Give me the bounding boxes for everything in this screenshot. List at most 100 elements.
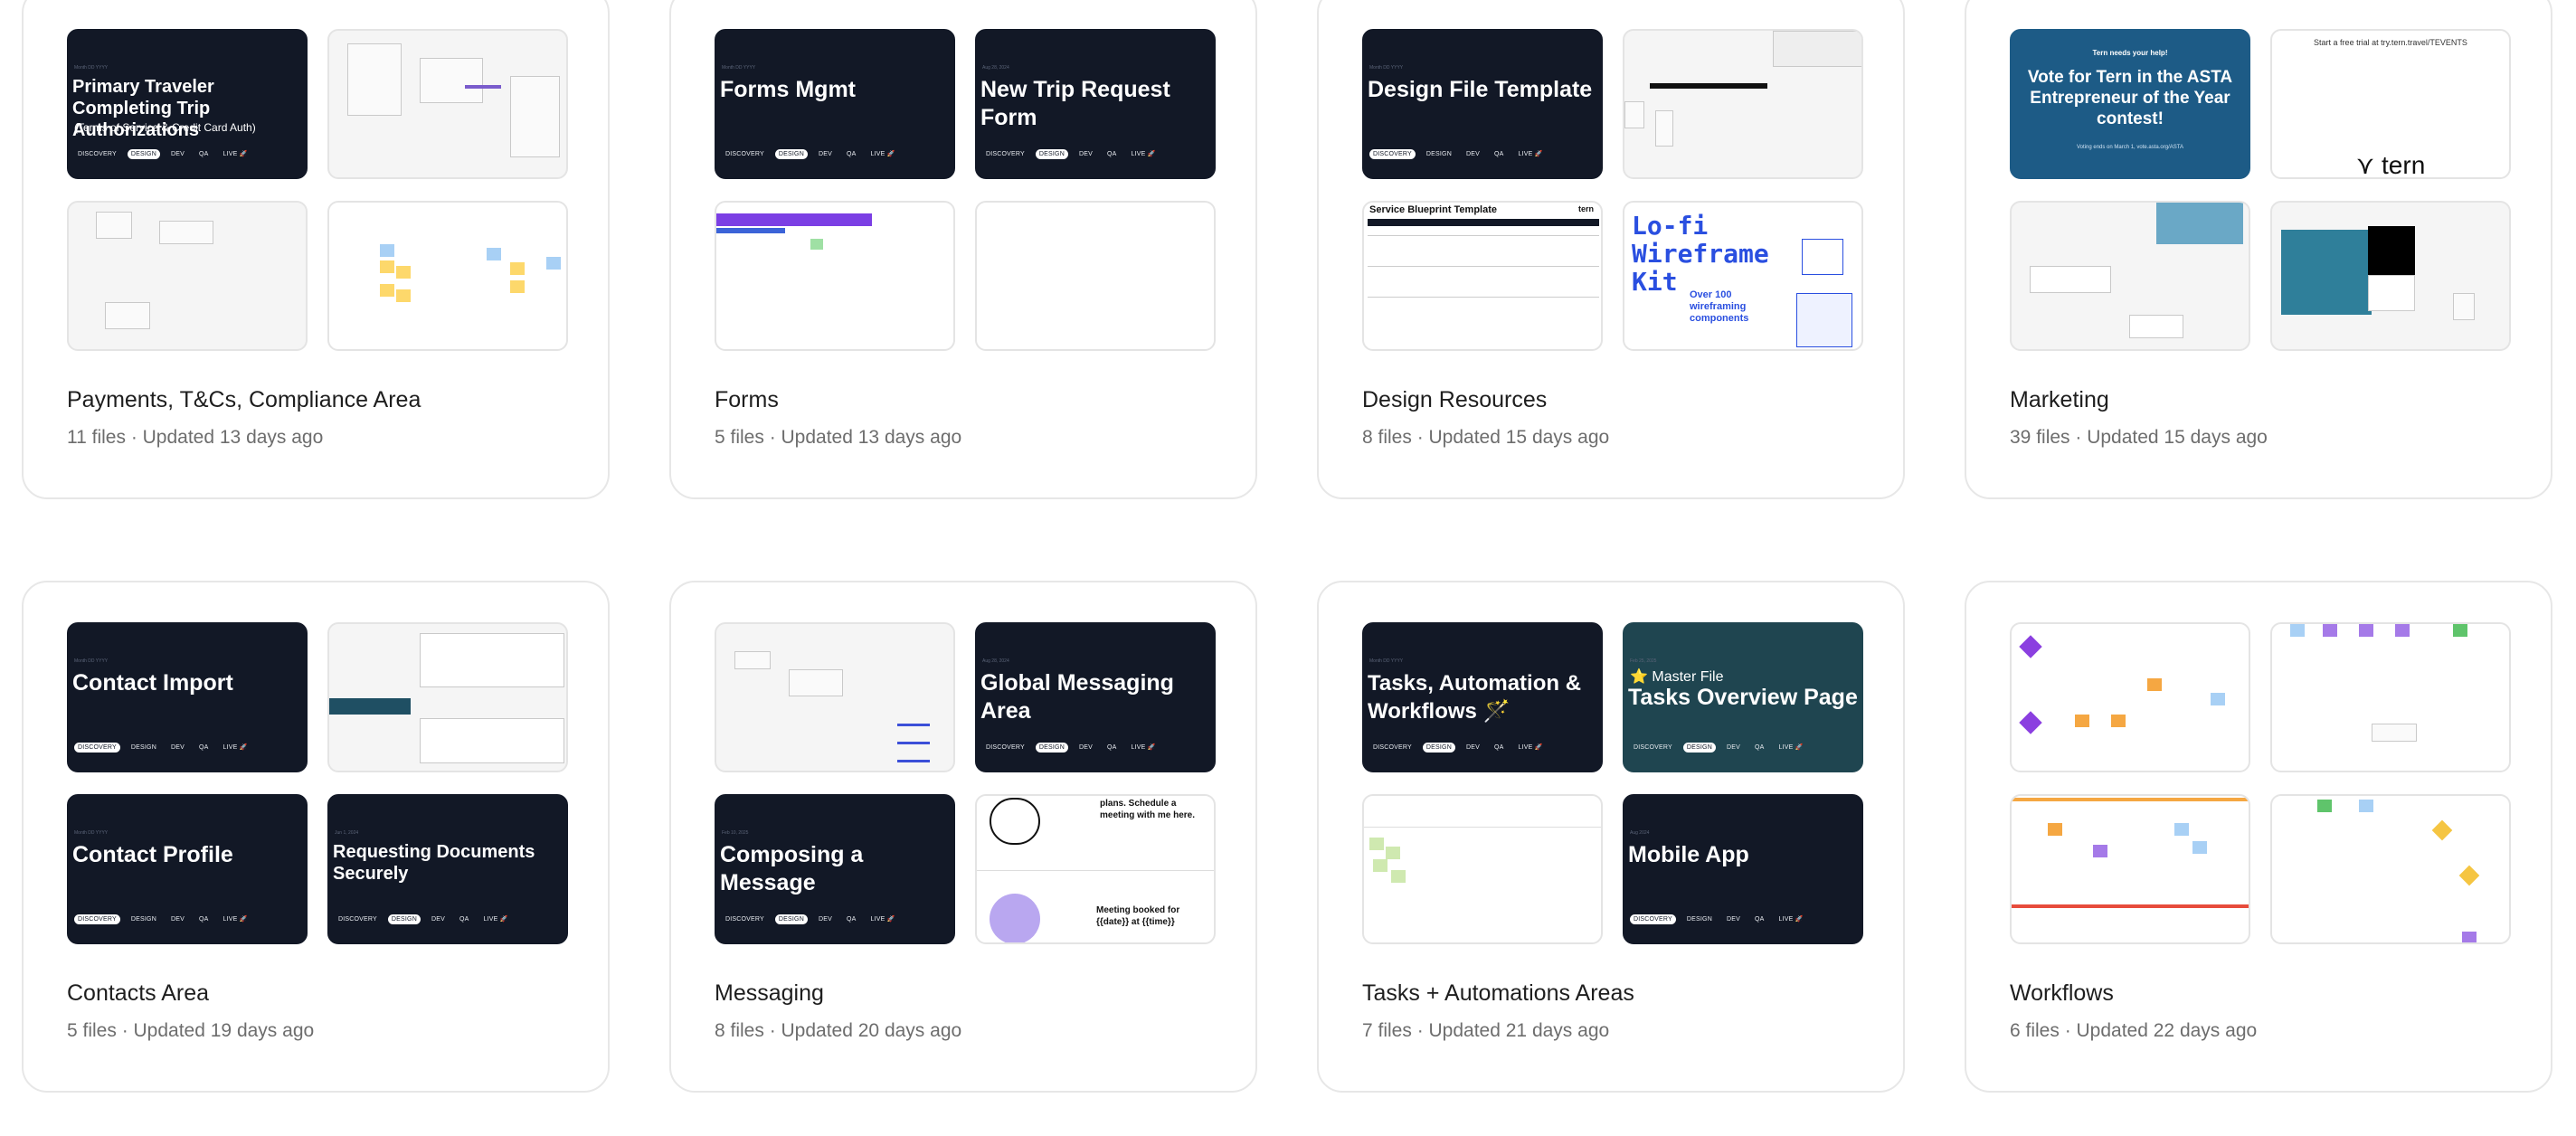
thumbnail-cover: Feb 25, 2025 ⭐ Master File Tasks Overvie…	[1623, 622, 1863, 772]
tern-logo-text: tern	[2382, 151, 2426, 179]
cover-date: Aug 2024	[1630, 830, 1650, 836]
tag-dev: DEV	[170, 915, 185, 923]
thumbnail-cover: Jun 1, 2024 Requesting Documents Securel…	[327, 794, 568, 944]
project-title[interactable]: Messaging	[715, 980, 824, 1007]
thumbnail-cover: Month DD YYYY Forms Mgmt DISCOVERY DESIG…	[715, 29, 955, 179]
tag-qa: QA	[1754, 915, 1765, 923]
illustration-text: Meeting booked for {{date}} at {{time}}	[1096, 905, 1180, 927]
tag-live: LIVE 🚀	[1518, 151, 1543, 157]
project-title[interactable]: Design Resources	[1362, 387, 1547, 413]
tag-discovery: DISCOVERY	[1630, 914, 1676, 924]
tag-discovery: DISCOVERY	[78, 150, 117, 157]
tern-logo: tern	[1577, 204, 1594, 213]
cover-date: Feb 10, 2025	[722, 830, 749, 836]
thumbnail-template	[1623, 29, 1863, 179]
stage-tags: DISCOVERY DESIGN DEV QA LIVE 🚀	[1630, 914, 1807, 924]
tag-design: DESIGN	[1682, 742, 1716, 753]
tag-live: LIVE 🚀	[223, 744, 248, 751]
thumbnail-task-board	[1362, 794, 1603, 944]
project-card-forms[interactable]: Month DD YYYY Forms Mgmt DISCOVERY DESIG…	[669, 0, 1257, 499]
cover-title: Design File Template	[1368, 77, 1593, 102]
project-title[interactable]: Tasks + Automations Areas	[1362, 980, 1634, 1007]
cover-title: Contact Profile	[72, 842, 233, 867]
thumbnail-collage	[2010, 201, 2250, 351]
tag-discovery: DISCOVERY	[1373, 743, 1412, 751]
stage-tags: DISCOVERY DESIGN DEV QA LIVE 🚀	[982, 148, 1160, 159]
project-meta: 5 files · Updated 13 days ago	[715, 427, 962, 448]
tag-qa: QA	[846, 150, 857, 157]
thumbnail-flowchart	[2010, 794, 2250, 944]
stage-tags: DISCOVERY DESIGN DEV QA LIVE 🚀	[722, 914, 899, 924]
thumbnail-wireframe	[327, 29, 568, 179]
thumbnail-form	[715, 201, 955, 351]
project-title[interactable]: Workflows	[2010, 980, 2114, 1007]
tag-discovery: DISCOVERY	[74, 742, 120, 753]
cover-title: New Trip Request Form	[980, 77, 1170, 130]
tag-discovery: DISCOVERY	[1369, 148, 1416, 159]
thumbnail-illustration: plans. Schedule a meeting with me here. …	[975, 794, 1216, 944]
project-title[interactable]: Marketing	[2010, 387, 2109, 413]
tag-discovery: DISCOVERY	[725, 150, 764, 157]
tag-dev: DEV	[1726, 743, 1740, 751]
project-title[interactable]: Forms	[715, 387, 779, 413]
thumbnail-cover: Month DD YYYY Primary Traveler Completin…	[67, 29, 308, 179]
thumbnail-cover: Month DD YYYY Contact Profile DISCOVERY …	[67, 794, 308, 944]
stage-tags: DISCOVERY DESIGN DEV QA LIVE 🚀	[74, 914, 251, 924]
thumbnail-flowchart	[2270, 622, 2511, 772]
tag-design: DESIGN	[130, 915, 156, 923]
thumbnail-flow	[715, 622, 955, 772]
tag-discovery: DISCOVERY	[986, 743, 1025, 751]
tag-dev: DEV	[1078, 743, 1093, 751]
promo-footer: Voting ends on March 1, vote.asta.org/AS…	[2077, 145, 2183, 150]
tag-dev: DEV	[170, 743, 185, 751]
project-grid: Month DD YYYY Primary Traveler Completin…	[0, 0, 2576, 1136]
tag-dev: DEV	[1465, 150, 1480, 157]
tag-live: LIVE 🚀	[1778, 916, 1804, 923]
cover-date: Feb 25, 2025	[1630, 658, 1657, 664]
thumbnail-flowchart	[2270, 794, 2511, 944]
project-title[interactable]: Contacts Area	[67, 980, 209, 1007]
tag-qa: QA	[1493, 150, 1504, 157]
person-illustration-icon	[990, 798, 1040, 845]
project-card-marketing[interactable]: Tern needs your help! Vote for Tern in t…	[1965, 0, 2552, 499]
cover-date: Month DD YYYY	[74, 830, 109, 836]
project-card-tasks[interactable]: Month DD YYYY Tasks, Automation & Workfl…	[1317, 581, 1905, 1093]
tag-live: LIVE 🚀	[1778, 744, 1804, 751]
project-card-design-resources[interactable]: Month DD YYYY Design File Template DISCO…	[1317, 0, 1905, 499]
project-card-payments[interactable]: Month DD YYYY Primary Traveler Completin…	[22, 0, 610, 499]
cover-title: Forms Mgmt	[720, 77, 856, 102]
thumbnail-wireframe-kit: Lo-fi Wireframe Kit Over 100 wireframing…	[1623, 201, 1863, 351]
tag-qa: QA	[1106, 150, 1117, 157]
cover-title: Global Messaging Area	[980, 670, 1174, 724]
tag-live: LIVE 🚀	[223, 151, 248, 157]
tag-dev: DEV	[170, 150, 185, 157]
stage-tags: DISCOVERY DESIGN DEV QA LIVE 🚀	[722, 148, 899, 159]
tag-qa: QA	[1493, 743, 1504, 751]
tag-live: LIVE 🚀	[223, 916, 248, 923]
cover-title: Composing a Message	[720, 842, 864, 895]
thumbnail-cover: Feb 10, 2025 Composing a Message DISCOVE…	[715, 794, 955, 944]
tag-design: DESIGN	[1422, 742, 1455, 753]
tag-qa: QA	[459, 915, 469, 923]
cover-title: Mobile App	[1628, 842, 1749, 867]
cover-date: Aug 28, 2024	[982, 65, 1009, 71]
tag-discovery: DISCOVERY	[1634, 743, 1672, 751]
stage-tags: DISCOVERY DESIGN DEV QA LIVE 🚀	[1369, 742, 1547, 753]
promo-title: Vote for Tern in the ASTA Entrepreneur o…	[2027, 68, 2233, 128]
project-card-messaging[interactable]: Aug 28, 2024 Global Messaging Area DISCO…	[669, 581, 1257, 1093]
tag-live: LIVE 🚀	[483, 916, 508, 923]
tern-logo: ⋎ tern	[2355, 151, 2426, 179]
project-card-workflows[interactable]: Workflows 6 files · Updated 22 days ago	[1965, 581, 2552, 1093]
cover-title: Requesting Documents Securely	[333, 842, 535, 884]
thumbnail-cover: Month DD YYYY Tasks, Automation & Workfl…	[1362, 622, 1603, 772]
thumbnail-cover: Month DD YYYY Contact Import DISCOVERY D…	[67, 622, 308, 772]
thumbnail-blank	[975, 201, 1216, 351]
tag-qa: QA	[846, 915, 857, 923]
thumbnail-service-blueprint: Service Blueprint Template tern	[1362, 201, 1603, 351]
tag-qa: QA	[198, 150, 209, 157]
project-meta: 8 files · Updated 20 days ago	[715, 1020, 962, 1041]
tag-design: DESIGN	[774, 914, 808, 924]
project-title[interactable]: Payments, T&Cs, Compliance Area	[67, 387, 421, 413]
project-card-contacts[interactable]: Month DD YYYY Contact Import DISCOVERY D…	[22, 581, 610, 1093]
blueprint-title: Service Blueprint Template	[1369, 204, 1498, 215]
